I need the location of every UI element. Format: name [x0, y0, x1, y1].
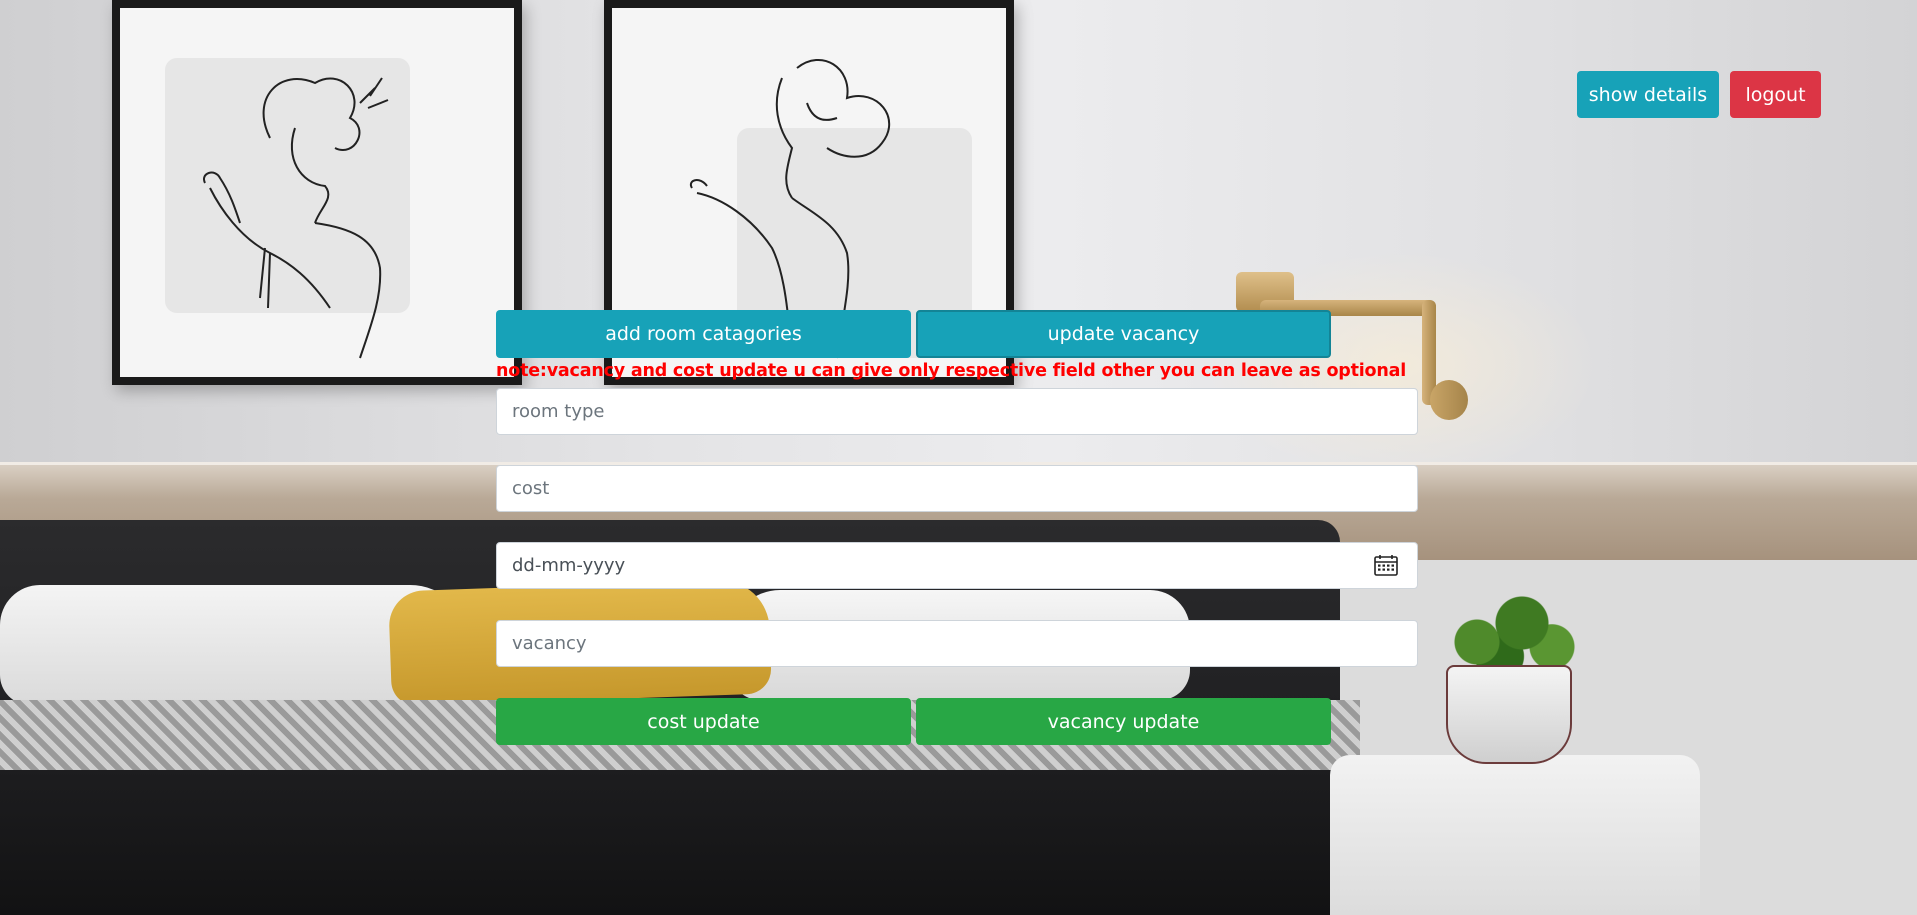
- plant-pot: [1446, 665, 1572, 764]
- vacancy-update-button[interactable]: vacancy update: [916, 698, 1331, 745]
- cost-input[interactable]: [496, 465, 1418, 512]
- show-details-button[interactable]: show details: [1577, 71, 1719, 118]
- form-note: note:vacancy and cost update u can give …: [496, 361, 1407, 381]
- line-art-left: [120, 8, 514, 377]
- line-art-drawing-left: [203, 77, 389, 359]
- bed-cover: [0, 770, 1380, 915]
- nightstand: [1330, 755, 1700, 915]
- date-input-placeholder: dd-mm-yyyy: [512, 555, 626, 576]
- room-type-input[interactable]: [496, 388, 1418, 435]
- tab-update-vacancy[interactable]: update vacancy: [916, 310, 1331, 358]
- page-background: show details logout add room catagories …: [0, 0, 1917, 915]
- wall-lamp-base: [1430, 380, 1468, 420]
- picture-frame-left: [112, 0, 522, 385]
- calendar-icon[interactable]: [1374, 554, 1398, 576]
- logout-button[interactable]: logout: [1730, 71, 1821, 118]
- date-field-wrapper: dd-mm-yyyy: [496, 542, 1418, 589]
- tab-add-room-categories[interactable]: add room catagories: [496, 310, 911, 358]
- date-input[interactable]: dd-mm-yyyy: [496, 542, 1418, 589]
- vacancy-input[interactable]: [496, 620, 1418, 667]
- cost-update-button[interactable]: cost update: [496, 698, 911, 745]
